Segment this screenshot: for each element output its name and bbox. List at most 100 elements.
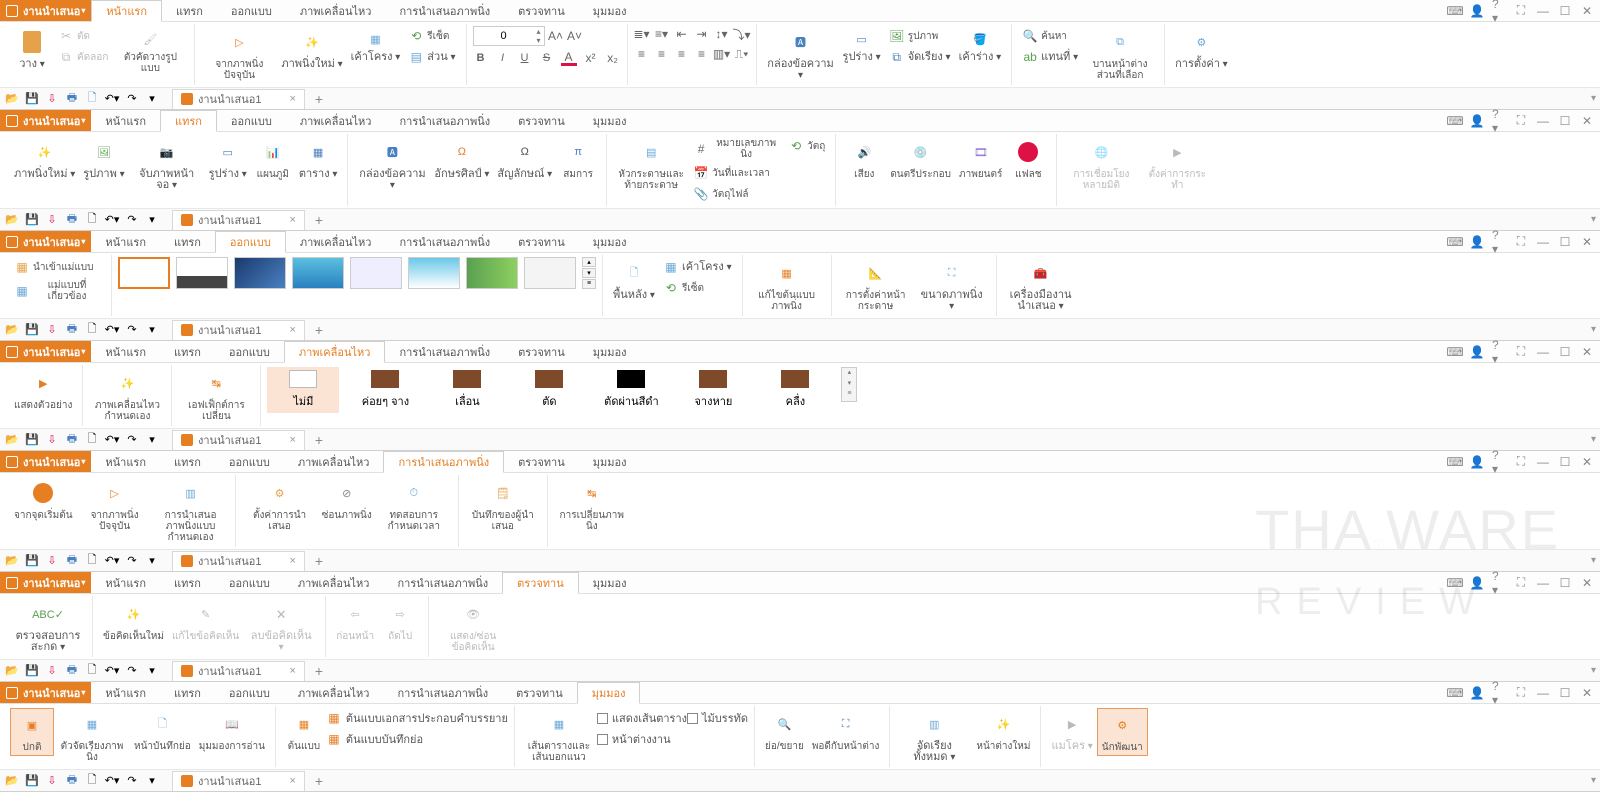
tab-home[interactable]: หน้าแรก xyxy=(91,0,162,22)
open-icon[interactable]: 📂 xyxy=(4,432,20,448)
import-template-button[interactable]: ▦นำเข้าแม่แบบ xyxy=(10,257,105,277)
columns-icon[interactable]: ▥▾ xyxy=(714,46,730,62)
lang-icon[interactable]: ⌨ xyxy=(1448,686,1462,700)
object2-button[interactable]: ⟲วัตถุ xyxy=(784,136,829,156)
tab-slideshow[interactable]: การนำเสนอภาพนิ่ง xyxy=(383,451,504,473)
new-doc-icon[interactable]: + xyxy=(315,663,323,679)
symbol-button[interactable]: Ωสัญลักษณ์ ▾ xyxy=(493,136,556,182)
tab-design[interactable]: ออกแบบ xyxy=(215,572,284,593)
print-icon[interactable]: 🖶 xyxy=(64,553,80,569)
from-current-button[interactable]: ▷จากภาพนิ่งปัจจุบัน xyxy=(77,477,153,534)
handout-master-check[interactable]: ▦ต้นแบบเอกสารประกอบคำบรรยาย xyxy=(326,708,508,728)
prev-comment-button[interactable]: ⇦ก่อนหน้า xyxy=(332,598,378,644)
select-pane-button[interactable]: ⧉บานหน้าต่างส่วนที่เลือก xyxy=(1082,26,1158,83)
print-preview-icon[interactable]: 🗋 xyxy=(84,91,100,107)
save-icon[interactable]: 💾 xyxy=(24,773,40,789)
ribbon-collapse-icon[interactable]: ▾ xyxy=(1591,324,1596,335)
theme-thumb[interactable] xyxy=(350,257,402,289)
music-button[interactable]: 💿ดนตรีประกอบ xyxy=(886,136,955,182)
tab-view[interactable]: มุมมอง xyxy=(579,0,641,21)
shrink-font-icon[interactable]: A˅ xyxy=(567,28,583,44)
notes-master-check[interactable]: ▦ต้นแบบบันทึกย่อ xyxy=(326,729,508,749)
help-icon[interactable]: ? ▾ xyxy=(1492,576,1506,590)
minimize-icon[interactable]: — xyxy=(1536,345,1550,359)
minimize-icon[interactable]: — xyxy=(1536,235,1550,249)
qat-more-icon[interactable]: ▾ xyxy=(144,553,160,569)
tab-view[interactable]: มุมมอง xyxy=(579,110,641,131)
presentation-tools-button[interactable]: 🧰เครื่องมืองานนำเสนอ ▾ xyxy=(1003,257,1079,314)
tab-view[interactable]: มุมมอง xyxy=(579,451,641,472)
close-icon[interactable]: ✕ xyxy=(1580,455,1594,469)
export-pdf-icon[interactable]: ⇩ xyxy=(44,212,60,228)
help-icon[interactable]: ? ▾ xyxy=(1492,235,1506,249)
new-doc-icon[interactable]: + xyxy=(315,322,323,338)
tab-slideshow[interactable]: การนำเสนอภาพนิ่ง xyxy=(383,682,502,703)
tab-view[interactable]: มุมมอง xyxy=(579,341,641,362)
close-doc-icon[interactable]: × xyxy=(289,324,295,336)
close-icon[interactable]: ✕ xyxy=(1580,114,1594,128)
numbering-icon[interactable]: ≡▾ xyxy=(654,26,670,42)
tab-design[interactable]: ออกแบบ xyxy=(215,451,284,472)
lang-icon[interactable]: ⌨ xyxy=(1448,576,1462,590)
tab-view[interactable]: มุมมอง xyxy=(579,572,641,593)
normal-view-button[interactable]: ▣ปกติ xyxy=(10,708,54,756)
switch-slide-button[interactable]: ↹การเปลี่ยนภาพนิ่ง xyxy=(554,477,630,534)
gallery-more-icon[interactable]: ≡ xyxy=(842,390,856,401)
subscript-icon[interactable]: x₂ xyxy=(605,50,621,66)
ribbon-collapse-icon[interactable]: ▾ xyxy=(1591,665,1596,676)
task-pane-check[interactable]: หน้าต่างงาน xyxy=(597,729,687,749)
tab-home[interactable]: หน้าแรก xyxy=(91,682,160,703)
tab-home[interactable]: หน้าแรก xyxy=(91,572,160,593)
transition-wedge[interactable]: คลื่ง xyxy=(759,367,831,413)
wordart-button[interactable]: Ωอักษรศิลป์ ▾ xyxy=(430,136,493,182)
slide-size-button[interactable]: ⛶ขนาดภาพนิ่ง ▾ xyxy=(914,257,990,314)
superscript-icon[interactable]: x² xyxy=(583,50,599,66)
new-window-button[interactable]: ✨หน้าต่างใหม่ xyxy=(972,708,1034,754)
paste-button[interactable]: วาง ▾ xyxy=(10,26,54,72)
tab-insert[interactable]: แทรก xyxy=(160,451,215,472)
arrange-button[interactable]: ⧉จัดเรียง ▾ xyxy=(885,47,955,67)
bold-icon[interactable]: B xyxy=(473,50,489,66)
close-icon[interactable]: ✕ xyxy=(1580,4,1594,18)
strike-icon[interactable]: S xyxy=(539,50,555,66)
close-doc-icon[interactable]: × xyxy=(289,665,295,677)
tab-design[interactable]: ออกแบบ xyxy=(215,341,284,362)
help-icon[interactable]: ? ▾ xyxy=(1492,686,1506,700)
tab-animation[interactable]: ภาพเคลื่อนไหว xyxy=(284,682,384,703)
save-icon[interactable]: 💾 xyxy=(24,212,40,228)
print-icon[interactable]: 🖶 xyxy=(64,663,80,679)
video-button[interactable]: 🎞ภาพยนตร์ xyxy=(955,136,1006,182)
new-doc-icon[interactable]: + xyxy=(315,553,323,569)
maximize-icon[interactable]: ☐ xyxy=(1558,114,1572,128)
tab-insert[interactable]: แทรก xyxy=(160,572,215,593)
picture-button[interactable]: 🖼รูปภาพ ▾ xyxy=(79,136,128,182)
redo-icon[interactable]: ↷ xyxy=(124,553,140,569)
presenter-notes-button[interactable]: 🗒บันทึกของผู้นำเสนอ xyxy=(465,477,541,534)
audio-button[interactable]: 🔊เสียง xyxy=(842,136,886,182)
print-preview-icon[interactable]: 🗋 xyxy=(84,553,100,569)
lang-icon[interactable]: ⌨ xyxy=(1448,4,1462,18)
print-preview-icon[interactable]: 🗋 xyxy=(84,322,100,338)
help-icon[interactable]: ? ▾ xyxy=(1492,455,1506,469)
fit-window-button[interactable]: ⛶พอดีกับหน้าต่าง xyxy=(808,708,884,754)
open-icon[interactable]: 📂 xyxy=(4,322,20,338)
user-icon[interactable]: 👤 xyxy=(1470,576,1484,590)
tab-home[interactable]: หน้าแรก xyxy=(91,110,160,131)
undo-icon[interactable]: ↶▾ xyxy=(104,212,120,228)
file-tab[interactable]: งานนำเสนอ▾ xyxy=(0,231,91,252)
ribbon-collapse-icon[interactable]: ▾ xyxy=(1591,434,1596,445)
undo-icon[interactable]: ↶▾ xyxy=(104,432,120,448)
screenshot-button[interactable]: 📷จับภาพหน้าจอ ▾ xyxy=(129,136,205,193)
tab-slideshow[interactable]: การนำเสนอภาพนิ่ง xyxy=(385,0,504,21)
tab-review[interactable]: ตรวจทาน xyxy=(504,231,579,252)
print-preview-icon[interactable]: 🗋 xyxy=(84,212,100,228)
ribbon-collapse-icon[interactable]: ▾ xyxy=(1591,93,1596,104)
transition-cut-black[interactable]: ตัดผ่านสีดำ xyxy=(595,367,667,413)
save-icon[interactable]: 💾 xyxy=(24,91,40,107)
custom-animation-button[interactable]: ✨ภาพเคลื่อนไหวกำหนดเอง xyxy=(89,367,165,424)
font-color-icon[interactable]: A xyxy=(561,50,577,66)
setup-show-button[interactable]: ⚙ตั้งค่าการนำเสนอ xyxy=(242,477,318,534)
transition-cut[interactable]: ตัด xyxy=(513,367,585,413)
close-doc-icon[interactable]: × xyxy=(289,555,295,567)
new-doc-icon[interactable]: + xyxy=(315,773,323,789)
